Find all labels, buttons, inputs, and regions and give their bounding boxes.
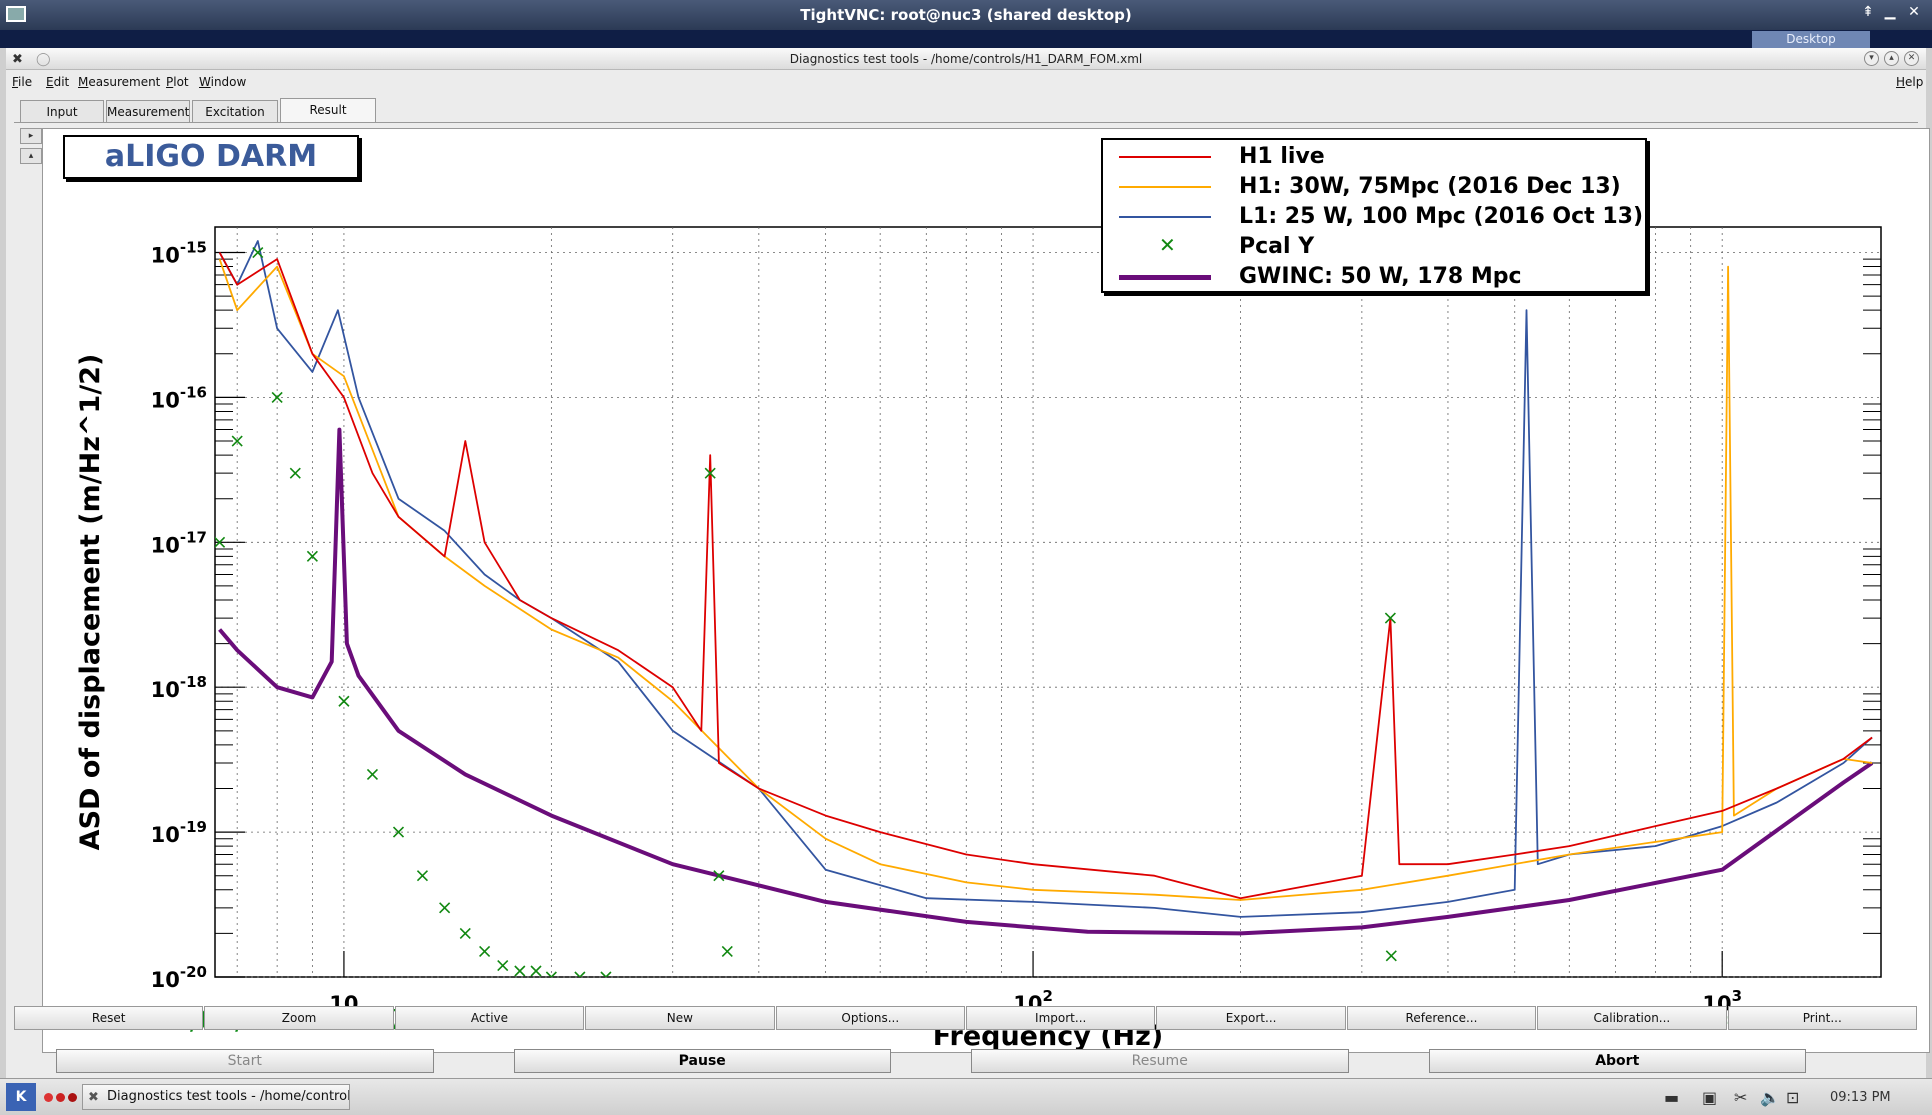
y-tick-label: 10-16 — [151, 383, 207, 412]
plot-frame — [214, 226, 1882, 978]
legend-swatch — [1119, 186, 1211, 188]
legend-item-gwinc: GWINC: 50 W, 178 Mpc — [1103, 262, 1645, 292]
legend-item-l1-ref: L1: 25 W, 100 Mpc (2016 Oct 13) — [1103, 202, 1645, 232]
legend-label: H1: 30W, 75Mpc (2016 Dec 13) — [1239, 174, 1621, 199]
darm-chart[interactable]: 10-1510-1610-1710-1810-1910-2010 102 103Fr… — [43, 129, 1931, 1054]
taskbar-item-label: Diagnostics test tools - /home/controls/… — [107, 1089, 350, 1104]
tools-tray-icon[interactable]: ✂ — [1734, 1088, 1747, 1107]
resume-button[interactable]: Resume — [971, 1049, 1349, 1073]
screen-icon[interactable]: ▬ — [1664, 1088, 1679, 1107]
plot-panel[interactable]: 10-15 10-16 10-17 10-18 10-19 10-20 10 102 103 Fr… — [42, 128, 1930, 1053]
export-button[interactable]: Export... — [1156, 1006, 1346, 1030]
minimize-icon[interactable]: ▁ — [1880, 4, 1900, 20]
menu-help[interactable]: Help — [1896, 75, 1923, 89]
app-tools-icon: ✖ — [88, 1090, 99, 1105]
menubar: File Edit Measurement Plot Window Help — [6, 72, 1926, 92]
vnc-title: TightVNC: root@nuc3 (shared desktop) — [800, 6, 1132, 24]
desktop-2-icon[interactable] — [56, 1093, 65, 1102]
clipboard-icon[interactable]: ▣ — [1702, 1088, 1717, 1107]
legend: H1 live H1: 30W, 75Mpc (2016 Dec 13) L1:… — [1101, 138, 1647, 293]
legend-marker-x-icon: ✕ — [1159, 233, 1176, 257]
reset-button[interactable]: Reset — [14, 1006, 204, 1030]
y-tick-label: 10-18 — [151, 673, 207, 702]
y-tick-label: 10-19 — [151, 818, 207, 847]
app-maximize-icon[interactable]: ▴ — [1884, 51, 1899, 66]
legend-label: Pcal Y — [1239, 234, 1315, 259]
zoom-button[interactable]: Zoom — [204, 1006, 394, 1030]
desktop-button[interactable]: Desktop — [1752, 31, 1870, 48]
desktop-strip — [0, 30, 1932, 48]
taskbar: K ✖ Diagnostics test tools - /home/contr… — [0, 1078, 1932, 1115]
legend-label: L1: 25 W, 100 Mpc (2016 Oct 13) — [1239, 204, 1644, 229]
desktop-1-icon[interactable] — [44, 1093, 53, 1102]
start-button[interactable]: Start — [56, 1049, 434, 1073]
app-window: ✖ ◯ Diagnostics test tools - /home/contr… — [0, 48, 1932, 1078]
plot-title: aLIGO DARM — [63, 135, 359, 179]
legend-swatch — [1119, 275, 1211, 280]
pad-collapse-icon[interactable]: ▴ — [20, 148, 42, 164]
kde-menu-icon[interactable]: K — [6, 1083, 36, 1111]
pad-expand-icon[interactable]: ▸ — [20, 128, 42, 144]
import-button[interactable]: Import... — [966, 1006, 1156, 1030]
restore-icon[interactable]: ⇞ — [1858, 4, 1878, 20]
legend-item-h1-live: H1 live — [1103, 142, 1645, 172]
active-button[interactable]: Active — [394, 1006, 585, 1030]
menu-file[interactable]: File — [12, 75, 32, 89]
app-title: Diagnostics test tools - /home/controls/… — [789, 52, 1143, 66]
speaker-icon[interactable]: 🔈 — [1760, 1088, 1780, 1107]
legend-label: GWINC: 50 W, 178 Mpc — [1239, 264, 1522, 289]
menu-window[interactable]: Window — [199, 75, 246, 89]
y-tick-label: 10-15 — [151, 239, 207, 268]
y-axis-label: ASD of displacement (m/Hz^1/2) — [75, 354, 106, 851]
legend-swatch — [1119, 216, 1211, 218]
print-button[interactable]: Print... — [1727, 1006, 1917, 1030]
run-control-bar: Start Pause Resume Abort — [56, 1049, 1886, 1073]
legend-item-pcal-y: ✕ Pcal Y — [1103, 232, 1645, 262]
taskbar-item-diagnostics[interactable]: ✖ Diagnostics test tools - /home/control… — [82, 1084, 350, 1110]
y-tick-label: 10-20 — [151, 963, 207, 992]
desktop-3-icon[interactable] — [68, 1093, 77, 1102]
y-tick-label: 10-17 — [151, 528, 207, 557]
tab-bar: Input Measurement Excitation Result — [14, 98, 1914, 122]
calibration-button[interactable]: Calibration... — [1537, 1006, 1727, 1030]
vnc-titlebar: TightVNC: root@nuc3 (shared desktop) ⇞ ▁… — [0, 0, 1932, 30]
app-titlebar: ✖ ◯ Diagnostics test tools - /home/contr… — [6, 48, 1926, 70]
tab-result[interactable]: Result — [280, 98, 376, 122]
close-icon[interactable]: ✕ — [1904, 4, 1924, 20]
pause-button[interactable]: Pause — [513, 1049, 891, 1073]
app-minimize-icon[interactable]: ▾ — [1864, 51, 1879, 66]
menu-plot[interactable]: Plot — [166, 75, 189, 89]
menu-measurement[interactable]: Measurement — [78, 75, 160, 89]
clock: 09:13 PM — [1830, 1090, 1891, 1105]
plot-toolbar: Reset Zoom Active New Options... Import... Exp… — [14, 1006, 1918, 1030]
tab-underline — [14, 122, 1918, 123]
new-button[interactable]: New — [585, 1006, 775, 1030]
tab-excitation[interactable]: Excitation — [192, 100, 278, 122]
menu-edit[interactable]: Edit — [46, 75, 69, 89]
app-close-icon[interactable]: ✕ — [1904, 51, 1919, 66]
tab-measurement[interactable]: Measurement — [106, 100, 190, 122]
options-button[interactable]: Options... — [775, 1006, 965, 1030]
network-icon[interactable]: ⊡ — [1786, 1088, 1799, 1107]
legend-label: H1 live — [1239, 144, 1325, 169]
reference-button[interactable]: Reference... — [1346, 1006, 1537, 1030]
legend-swatch — [1119, 156, 1211, 158]
legend-item-h1-ref: H1: 30W, 75Mpc (2016 Dec 13) — [1103, 172, 1645, 202]
tab-input[interactable]: Input — [20, 100, 104, 122]
abort-button[interactable]: Abort — [1428, 1049, 1806, 1073]
